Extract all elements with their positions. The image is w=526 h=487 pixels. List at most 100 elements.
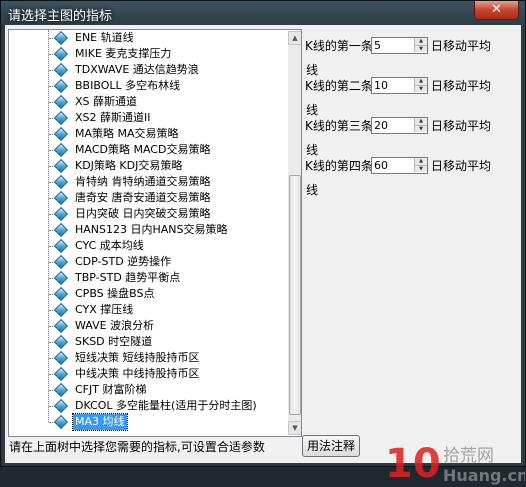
- tree-item-label[interactable]: TBP-STD 趋势平衡点: [73, 270, 182, 286]
- tree-item[interactable]: BBIBOLL 多空布林线: [9, 78, 285, 94]
- tree-item-label[interactable]: KDJ策略 KDJ交易策略: [73, 158, 184, 174]
- spinner-value[interactable]: 20: [374, 118, 388, 133]
- close-button[interactable]: ✕: [474, 1, 519, 20]
- title-bar[interactable]: 请选择主图的指标 ✕: [1, 1, 525, 25]
- tree-item[interactable]: CPBS 操盘BS点: [9, 286, 285, 302]
- spinner-value[interactable]: 60: [374, 158, 388, 173]
- param-label: K线的第一条: [305, 39, 373, 53]
- param-suffix: 日移动平均: [431, 119, 492, 133]
- tree-item[interactable]: KDJ策略 KDJ交易策略: [9, 158, 285, 174]
- spinner-value[interactable]: 5: [374, 38, 381, 53]
- dialog-client: ▲ ▼ ENE 轨道线 MIKE 麦克支撑压力 TDXWAVE 通达信趋势浪 BBIB…: [5, 25, 525, 487]
- tree-item[interactable]: CYC 成本均线: [9, 238, 285, 254]
- indicator-gem-icon: [53, 382, 69, 398]
- tree-item-label[interactable]: CPBS 操盘BS点: [73, 286, 156, 302]
- tree-item-label[interactable]: 肯特纳 肯特纳通道交易策略: [73, 174, 213, 190]
- tree-item[interactable]: ENE 轨道线: [9, 30, 285, 46]
- indicator-gem-icon: [53, 46, 69, 62]
- indicator-gem-icon: [53, 190, 69, 206]
- tree-item[interactable]: MA策略 MA交易策略: [9, 126, 285, 142]
- tree-item-label[interactable]: MIKE 麦克支撑压力: [73, 46, 173, 62]
- tree-item-label[interactable]: 日内突破 日内突破交易策略: [73, 206, 213, 222]
- indicator-gem-icon: [53, 302, 69, 318]
- indicator-gem-icon: [53, 94, 69, 110]
- tree-item[interactable]: 肯特纳 肯特纳通道交易策略: [9, 174, 285, 190]
- tree-item[interactable]: XS2 薛斯通道II: [9, 110, 285, 126]
- param-spinner-4[interactable]: 60 ▲ ▼: [371, 157, 428, 174]
- spinner-value[interactable]: 10: [374, 78, 388, 93]
- tree-item[interactable]: MIKE 麦克支撑压力: [9, 46, 285, 62]
- tree-item[interactable]: XS 薛斯通道: [9, 94, 285, 110]
- tree-item-label[interactable]: DKCOL 多空能量柱(适用于分时主图): [73, 398, 259, 414]
- indicator-gem-icon: [53, 110, 69, 126]
- tree-item[interactable]: 唐奇安 唐奇安通道交易策略: [9, 190, 285, 206]
- tree-item-label[interactable]: SKSD 时空隧道: [73, 334, 154, 350]
- tree-item[interactable]: TBP-STD 趋势平衡点: [9, 270, 285, 286]
- tree-item-label[interactable]: MACD策略 MACD交易策略: [73, 142, 212, 158]
- indicator-gem-icon: [53, 286, 69, 302]
- tree-item-label[interactable]: CFJT 财富阶梯: [73, 382, 148, 398]
- tree-item-label[interactable]: HANS123 日内HANS交易策略: [73, 222, 230, 238]
- spin-up-icon[interactable]: ▲: [414, 78, 427, 85]
- status-text: 请在上面树中选择您需要的指标,可设置合适参数: [9, 440, 265, 454]
- spin-up-icon[interactable]: ▲: [414, 38, 427, 45]
- tree-item[interactable]: CYX 撑压线: [9, 302, 285, 318]
- spin-up-icon[interactable]: ▲: [414, 118, 427, 125]
- indicator-gem-icon: [53, 334, 69, 350]
- spin-down-icon[interactable]: ▼: [414, 45, 427, 52]
- tree-item[interactable]: TDXWAVE 通达信趋势浪: [9, 62, 285, 78]
- tree-item-label[interactable]: TDXWAVE 通达信趋势浪: [73, 62, 201, 78]
- tree-item-label[interactable]: 短线决策 短线持股持币区: [73, 350, 202, 366]
- tree-item-label[interactable]: 唐奇安 唐奇安通道交易策略: [73, 190, 213, 206]
- tree-item[interactable]: 日内突破 日内突破交易策略: [9, 206, 285, 222]
- param-spinner-1[interactable]: 5 ▲ ▼: [371, 37, 428, 54]
- spin-down-icon[interactable]: ▼: [414, 125, 427, 132]
- tree-item-label[interactable]: CDP-STD 逆势操作: [73, 254, 173, 270]
- tree-item[interactable]: MACD策略 MACD交易策略: [9, 142, 285, 158]
- tree-item-label[interactable]: CYC 成本均线: [73, 238, 146, 254]
- param-suffix: 日移动平均: [431, 79, 492, 93]
- indicator-gem-icon: [53, 254, 69, 270]
- tree-item[interactable]: WAVE 波浪分析: [9, 318, 285, 334]
- spin-down-icon[interactable]: ▼: [414, 85, 427, 92]
- tree-item-label[interactable]: ENE 轨道线: [73, 30, 136, 46]
- tree-item[interactable]: CDP-STD 逆势操作: [9, 254, 285, 270]
- tree-item[interactable]: 短线决策 短线持股持币区: [9, 350, 285, 366]
- tree-item[interactable]: MA3 均线: [9, 413, 285, 431]
- tree-item-label[interactable]: CYX 撑压线: [73, 302, 135, 318]
- spin-up-icon[interactable]: ▲: [414, 158, 427, 165]
- indicator-gem-icon: [53, 398, 69, 414]
- watermark-digits: 10: [385, 441, 441, 487]
- tree-item-label[interactable]: BBIBOLL 多空布林线: [73, 78, 182, 94]
- tree-item-label[interactable]: XS 薛斯通道: [73, 94, 139, 110]
- tree-item-label[interactable]: MA3 均线: [72, 413, 128, 431]
- tree-item-label[interactable]: 中线决策 中线持股持币区: [73, 366, 202, 382]
- scroll-thumb[interactable]: [289, 175, 301, 415]
- usage-notes-button[interactable]: 用法注释: [302, 435, 360, 457]
- indicator-gem-icon: [53, 366, 69, 382]
- param-suffix: 日移动平均: [431, 159, 492, 173]
- tree-item-label[interactable]: MA策略 MA交易策略: [73, 126, 181, 142]
- tree-item-label[interactable]: WAVE 波浪分析: [73, 318, 156, 334]
- param-suffix-line: 线: [306, 63, 319, 77]
- tree-scrollbar[interactable]: ▲ ▼: [288, 31, 301, 435]
- tree-item[interactable]: SKSD 时空隧道: [9, 334, 285, 350]
- tree-item-label[interactable]: XS2 薛斯通道II: [73, 110, 153, 126]
- scroll-down-button[interactable]: ▼: [288, 421, 301, 435]
- scroll-up-button[interactable]: ▲: [288, 31, 301, 45]
- indicator-gem-icon: [53, 350, 69, 366]
- param-spinner-3[interactable]: 20 ▲ ▼: [371, 117, 428, 134]
- indicator-gem-icon: [53, 206, 69, 222]
- spin-down-icon[interactable]: ▼: [414, 165, 427, 172]
- tree-item[interactable]: 中线决策 中线持股持币区: [9, 366, 285, 382]
- indicator-gem-icon: [53, 318, 69, 334]
- tree-item[interactable]: CFJT 财富阶梯: [9, 382, 285, 398]
- indicator-gem-icon: [53, 158, 69, 174]
- param-spinner-2[interactable]: 10 ▲ ▼: [371, 77, 428, 94]
- indicator-tree[interactable]: ▲ ▼ ENE 轨道线 MIKE 麦克支撑压力 TDXWAVE 通达信趋势浪 BBIB…: [8, 29, 302, 437]
- tree-item[interactable]: HANS123 日内HANS交易策略: [9, 222, 285, 238]
- tree-item[interactable]: DKCOL 多空能量柱(适用于分时主图): [9, 398, 285, 414]
- indicator-gem-icon: [53, 126, 69, 142]
- dialog-window: 请选择主图的指标 ✕ ▲ ▼ ENE 轨道线 MIKE 麦克支撑压力 TDXWAVE…: [0, 0, 526, 487]
- indicator-gem-icon: [53, 222, 69, 238]
